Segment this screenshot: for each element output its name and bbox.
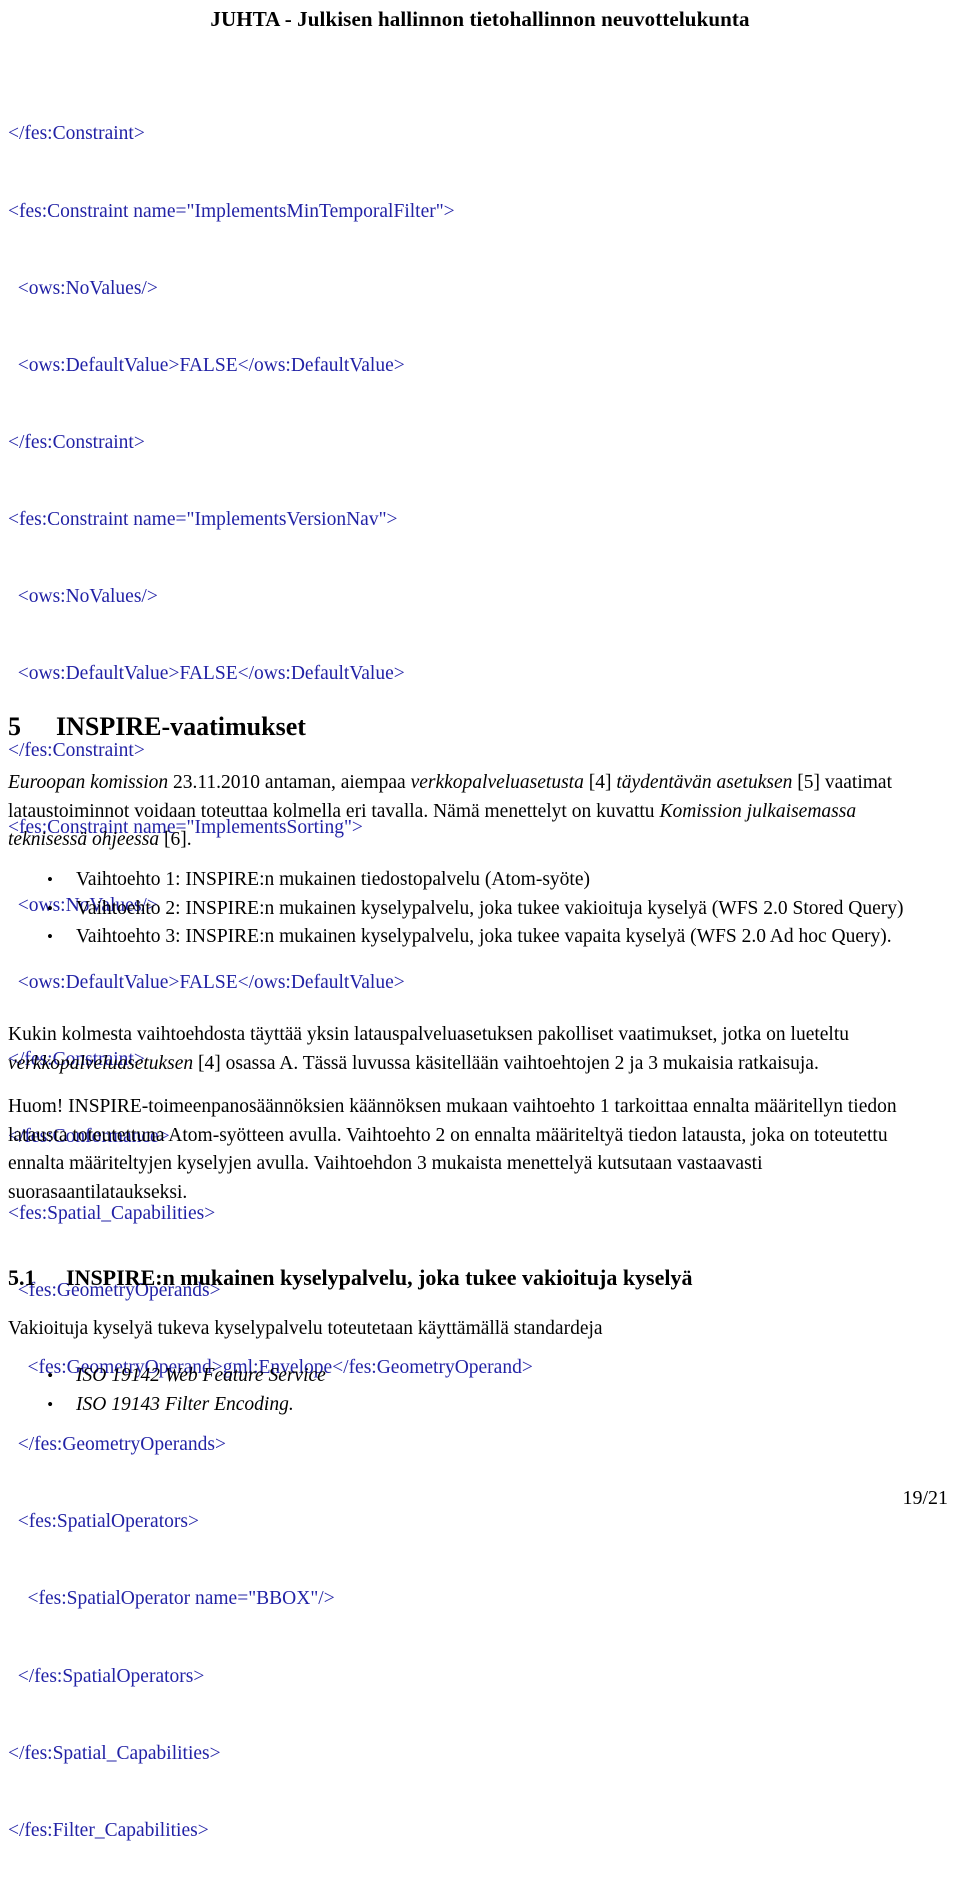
standards-list: • ISO 19142 Web Feature Service • ISO 19…	[8, 1362, 940, 1419]
bullet-icon: •	[47, 898, 53, 918]
bullet-icon: •	[47, 1394, 53, 1414]
list-item: • ISO 19142 Web Feature Service	[8, 1362, 940, 1391]
list-item: • Vaihtoehto 2: INSPIRE:n mukainen kysel…	[8, 895, 940, 924]
section5-paragraph-3: Huom! INSPIRE-toimeenpanosäännöksien kää…	[8, 1096, 897, 1203]
list-item: • Vaihtoehto 3: INSPIRE:n mukainen kysel…	[8, 923, 940, 952]
code-line: <ows:NoValues/>	[8, 277, 158, 299]
code-line: </fes:Constraint>	[8, 431, 145, 453]
document-header-title: JUHTA - Julkisen hallinnon tietohallinno…	[210, 7, 750, 31]
section5-intro-paragraph: Euroopan komission 23.11.2010 antaman, a…	[8, 769, 940, 855]
bullet-icon: •	[47, 927, 53, 946]
paragraph2-text-2: [4] osassa A. Tässä luvussa käsitellään …	[193, 1052, 819, 1074]
code-line: </fes:Constraint>	[8, 123, 145, 145]
paragraph2-emphasis: verkkopalveluasetuksen	[8, 1052, 194, 1074]
intro-emphasis-2: verkkopalveluasetusta	[410, 772, 584, 793]
intro-emphasis-3: täydentävän asetuksen	[616, 772, 793, 793]
intro-emphasis-1: Euroopan komission	[8, 772, 169, 793]
code-line: <fes:SpatialOperator name="BBOX"/>	[8, 1588, 335, 1610]
list-item-label: Vaihtoehto 2: INSPIRE:n mukainen kyselyp…	[76, 897, 904, 919]
intro-text-4: [6].	[159, 829, 192, 850]
section-heading-5-1: 5.1 INSPIRE:n mukainen kyselypalvelu, jo…	[8, 1264, 938, 1292]
list-item-label: Vaihtoehto 3: INSPIRE:n mukainen kyselyp…	[76, 926, 892, 947]
list-item-label: ISO 19143 Filter Encoding.	[76, 1393, 294, 1415]
section5-paragraph-2: Kukin kolmesta vaihtoehdosta täyttää yks…	[8, 1021, 940, 1078]
section51-intro-paragraph: Vakioituja kyselyä tukeva kyselypalvelu …	[8, 1318, 603, 1339]
code-line: <ows:DefaultValue>FALSE</ows:DefaultValu…	[8, 663, 405, 685]
bullet-icon: •	[47, 1366, 53, 1385]
code-line: <ows:NoValues/>	[8, 586, 158, 608]
code-line: </fes:Filter_Capabilities>	[8, 1819, 209, 1841]
code-line: <ows:DefaultValue>FALSE</ows:DefaultValu…	[8, 971, 405, 993]
document-page: JUHTA - Julkisen hallinnon tietohallinno…	[0, 0, 960, 1841]
section-number: 5.1	[8, 1265, 36, 1290]
code-line: <ows:DefaultValue>FALSE</ows:DefaultValu…	[8, 354, 405, 376]
intro-text-1: 23.11.2010 antaman, aiempaa	[168, 772, 411, 793]
xml-code-block: </fes:Constraint> <fes:Constraint name="…	[8, 70, 938, 1895]
intro-text-2: [4]	[583, 772, 617, 793]
code-line: </fes:SpatialOperators>	[8, 1665, 205, 1687]
page-number: 19/21	[902, 1487, 948, 1509]
option-list: • Vaihtoehto 1: INSPIRE:n mukainen tiedo…	[8, 866, 940, 952]
section-title: INSPIRE:n mukainen kyselypalvelu, joka t…	[66, 1265, 693, 1290]
bullet-icon: •	[47, 870, 53, 889]
code-line: <fes:Constraint name="ImplementsMinTempo…	[8, 200, 455, 222]
code-line: </fes:Spatial_Capabilities>	[8, 1742, 221, 1764]
section-number: 5	[8, 712, 21, 741]
list-item: • ISO 19143 Filter Encoding.	[8, 1391, 940, 1420]
code-line: </fes:GeometryOperands>	[8, 1434, 227, 1456]
section-title: INSPIRE-vaatimukset	[56, 712, 306, 741]
code-line: <fes:SpatialOperators>	[8, 1511, 199, 1533]
list-item-label: ISO 19142 Web Feature Service	[76, 1365, 326, 1386]
list-item: • Vaihtoehto 1: INSPIRE:n mukainen tiedo…	[8, 866, 940, 895]
paragraph2-text-1: Kukin kolmesta vaihtoehdosta täyttää yks…	[8, 1024, 850, 1045]
list-item-label: Vaihtoehto 1: INSPIRE:n mukainen tiedost…	[76, 869, 590, 890]
section-heading-5: 5 INSPIRE-vaatimukset	[8, 711, 938, 742]
code-line: <fes:Constraint name="ImplementsVersionN…	[8, 508, 398, 530]
